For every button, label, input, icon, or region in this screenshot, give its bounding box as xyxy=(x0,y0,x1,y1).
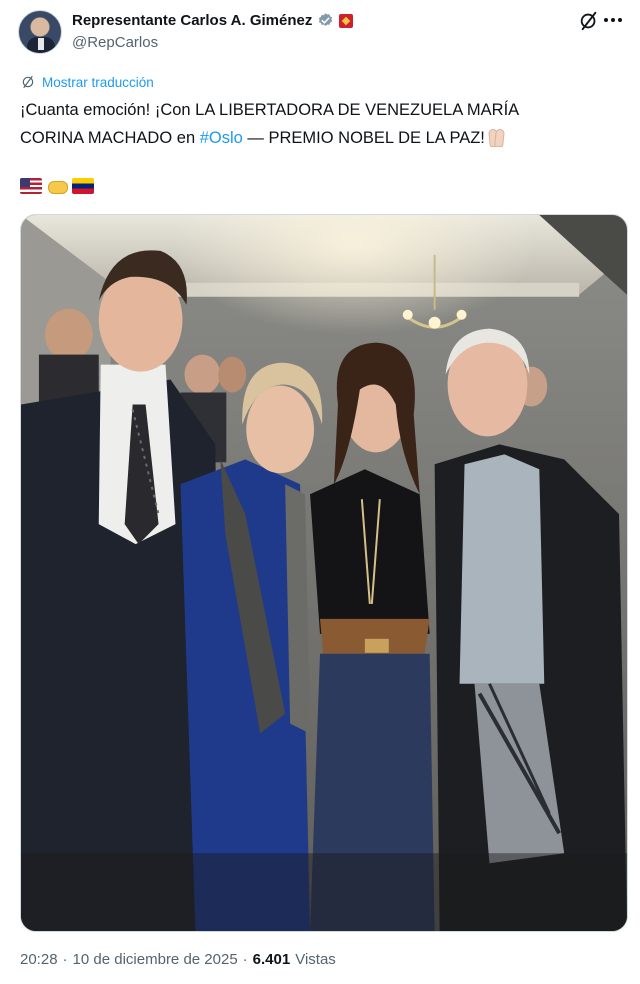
meta-separator: · xyxy=(62,951,68,968)
translate-icon xyxy=(22,76,34,88)
flag-badge-icon xyxy=(339,13,354,28)
praying-hands-emoji xyxy=(485,128,507,146)
author-handle[interactable]: @RepCarlos xyxy=(72,34,158,51)
tweet-header: Representante Carlos A. Giménez @RepCarl… xyxy=(18,10,622,56)
translate-label[interactable]: Mostrar traducción xyxy=(42,75,154,90)
us-flag-emoji xyxy=(20,178,42,194)
tweet-text: ¡Cuanta emoción! ¡Con LA LIBERTADORA DE … xyxy=(20,96,580,152)
views-label: Vistas xyxy=(295,951,336,968)
avatar-shirt xyxy=(38,38,44,50)
venezuela-flag-emoji xyxy=(72,178,94,194)
grok-icon[interactable] xyxy=(578,10,600,32)
author-name-row: Representante Carlos A. Giménez xyxy=(72,12,354,29)
emoji-row xyxy=(20,178,94,194)
avatar[interactable] xyxy=(18,10,62,54)
photo-illustration xyxy=(21,215,627,931)
tweet-time[interactable]: 20:28 xyxy=(20,951,58,968)
handshake-emoji xyxy=(46,178,68,194)
tweet-text-part2: — PREMIO NOBEL DE LA PAZ! xyxy=(242,129,485,147)
views-count: 6.401 xyxy=(252,951,291,968)
tweet-date[interactable]: 10 de diciembre de 2025 xyxy=(73,951,238,968)
tweet-meta: 20:28 · 10 de diciembre de 2025 · 6.401 … xyxy=(20,951,336,968)
meta-separator: · xyxy=(242,951,248,968)
translate-link[interactable]: Mostrar traducción xyxy=(20,74,154,90)
hashtag-link[interactable]: #Oslo xyxy=(200,129,243,147)
verified-badge-icon xyxy=(319,13,333,26)
more-options-icon[interactable] xyxy=(604,18,622,24)
tweet-photo[interactable] xyxy=(20,214,628,932)
author-display-name[interactable]: Representante Carlos A. Giménez xyxy=(72,12,312,29)
